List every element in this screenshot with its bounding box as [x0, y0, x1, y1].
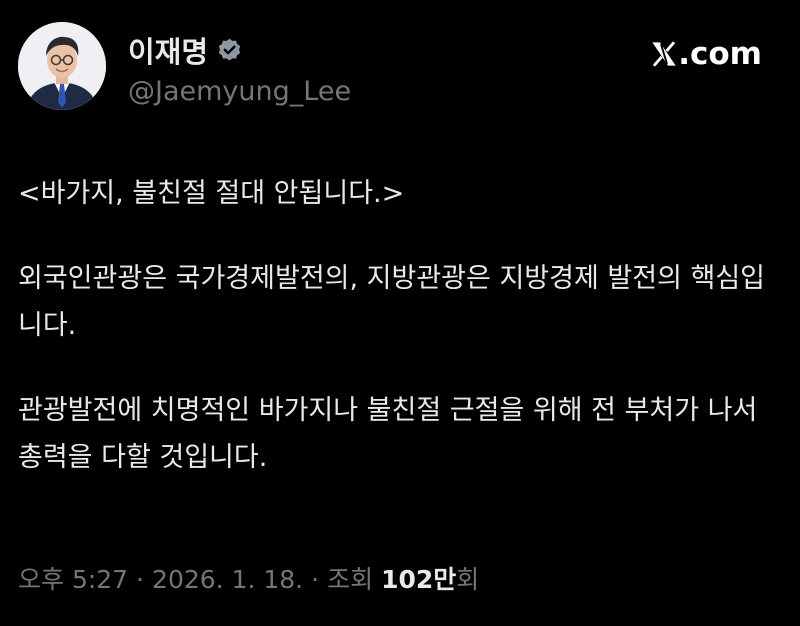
portrait-avatar-icon: [18, 22, 106, 110]
x-brand[interactable]: .com: [650, 32, 762, 76]
tweet-paragraph: 관광발전에 치명적인 바가지나 불친절 근절을 위해 전 부처가 나서 총력을 …: [18, 395, 758, 473]
tweet-card: 이재명 @Jaemyung_Lee .com <바가지, 불친절 절대 안됩니다…: [0, 0, 800, 626]
views-label: 조회: [327, 565, 374, 594]
meta-separator: ·: [136, 565, 145, 594]
author-avatar[interactable]: [18, 22, 106, 110]
brand-domain-text: .com: [678, 36, 762, 72]
meta-separator: ·: [311, 565, 320, 594]
tweet-date[interactable]: 2026. 1. 18.: [152, 565, 303, 594]
tweet-time[interactable]: 오후 5:27: [18, 560, 128, 596]
tweet-paragraph: <바가지, 불친절 절대 안됩니다.>: [18, 178, 405, 209]
author-handle[interactable]: @Jaemyung_Lee: [128, 76, 548, 107]
verified-badge-icon: [216, 37, 243, 64]
author-name-row: 이재명: [128, 30, 548, 70]
tweet-meta: 오후 5:27 · 2026. 1. 18. · 조회 102만 회: [18, 560, 479, 600]
x-logo-icon: [650, 40, 678, 68]
tweet-header: 이재명 @Jaemyung_Lee .com: [18, 22, 782, 122]
tweet-paragraph: 외국인관광은 국가경제발전의, 지방관광은 지방경제 발전의 핵심입니다.: [18, 263, 766, 341]
views-count[interactable]: 102만: [381, 560, 456, 596]
author-display-name[interactable]: 이재명: [128, 29, 208, 71]
author-info: 이재명 @Jaemyung_Lee: [128, 30, 548, 107]
tweet-text: <바가지, 불친절 절대 안됩니다.> 외국인관광은 국가경제발전의, 지방관광…: [18, 170, 782, 481]
views-unit: 회: [456, 565, 480, 594]
